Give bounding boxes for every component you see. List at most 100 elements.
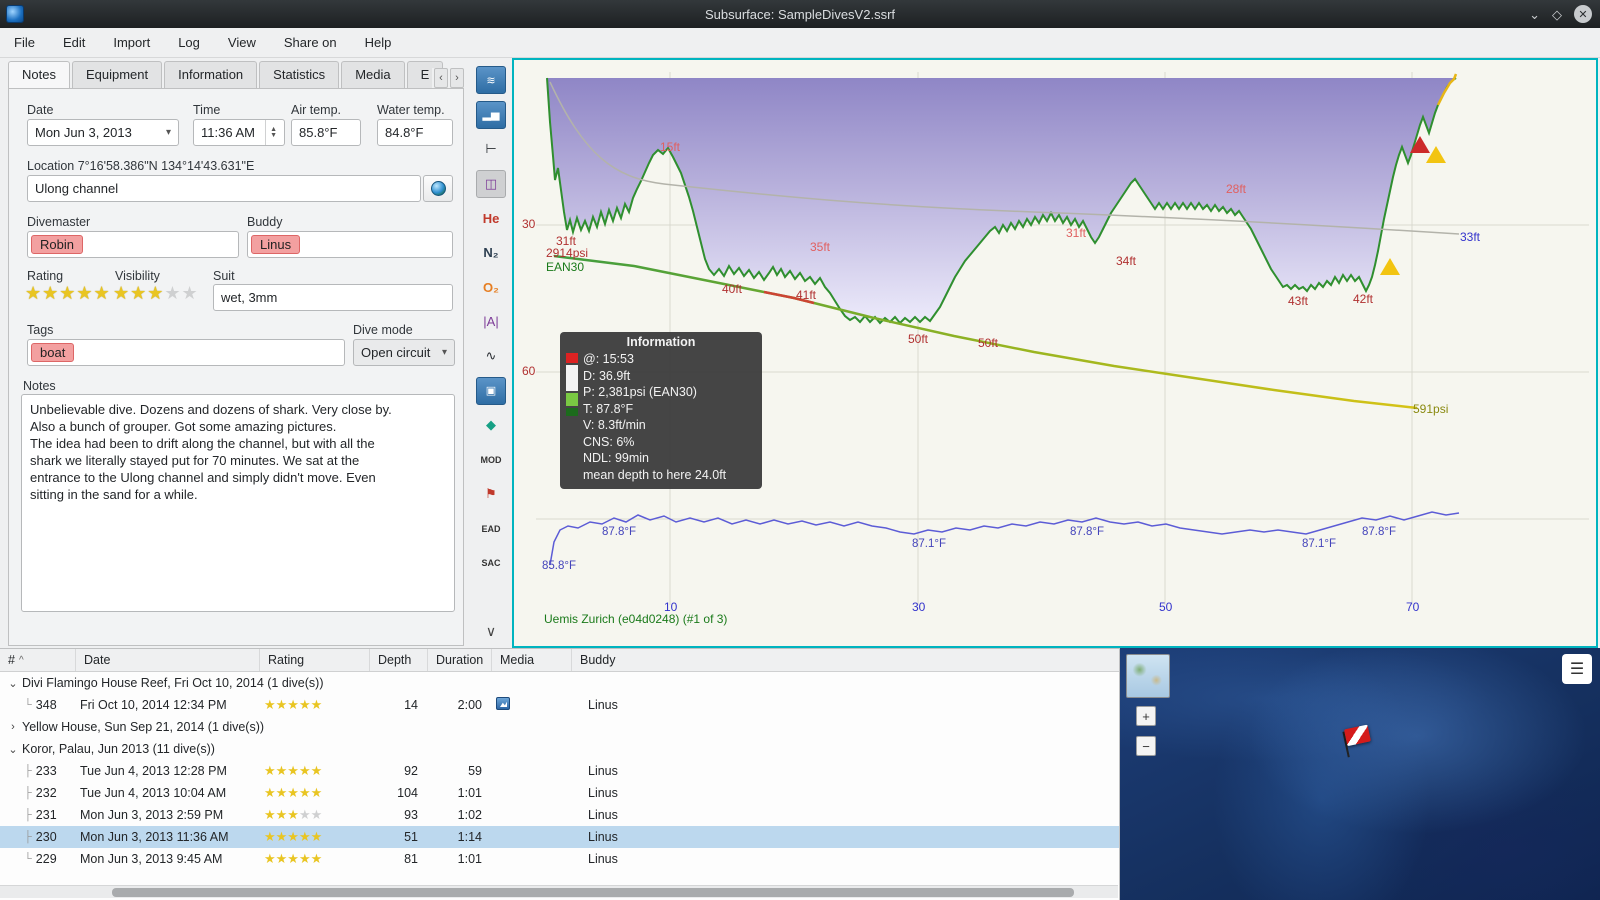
zoom-out-button[interactable]: −	[1136, 736, 1156, 756]
dive-rating: ★★★★★	[264, 763, 323, 778]
setpoint-icon[interactable]: |A|	[476, 308, 506, 336]
dive-duration: 1:02	[457, 808, 482, 822]
notes-textarea[interactable]: Unbelievable dive. Dozens and dozens of …	[21, 394, 455, 612]
col-depth[interactable]: Depth	[370, 649, 428, 671]
date-select[interactable]: Mon Jun 3, 2013 ▾	[27, 119, 179, 146]
menu-edit[interactable]: Edit	[63, 35, 85, 50]
mod-icon[interactable]: MOD	[476, 446, 506, 474]
dive-row[interactable]: └ 348 Fri Oct 10, 2014 12:34 PM ★★★★★ 14 …	[0, 694, 1119, 716]
heartrate-icon[interactable]: ∿	[476, 342, 506, 370]
dive-row[interactable]: ├ 232 Tue Jun 4, 2013 10:04 AM ★★★★★ 104 …	[0, 782, 1119, 804]
divemaster-tag[interactable]: Robin	[31, 235, 83, 254]
tab-media[interactable]: Media	[341, 61, 405, 88]
trip-row[interactable]: › Yellow House, Sun Sep 21, 2014 (1 dive…	[0, 716, 1119, 738]
col-buddy[interactable]: Buddy	[572, 649, 1119, 671]
tab-scroll-left-icon[interactable]: ‹	[434, 68, 448, 88]
dive-row-selected[interactable]: ├ 230 Mon Jun 3, 2013 11:36 AM ★★★★★ 51 1…	[0, 826, 1119, 848]
depth-annotation: 41ft	[796, 288, 817, 302]
dive-row[interactable]: └ 229 Mon Jun 3, 2013 9:45 AM ★★★★★ 81 1:…	[0, 848, 1119, 870]
sac-icon[interactable]: SAC	[476, 549, 506, 577]
o2-graph-icon[interactable]: O₂	[476, 273, 506, 301]
col-rating[interactable]: Rating	[260, 649, 370, 671]
depth-annotation: 42ft	[1353, 292, 1374, 306]
ruler-icon[interactable]: ⊢	[476, 135, 506, 163]
dive-info-panel: Notes Equipment Information Statistics M…	[0, 58, 468, 648]
tab-equipment[interactable]: Equipment	[71, 61, 163, 88]
he-graph-icon[interactable]: He	[476, 204, 506, 232]
dive-site-map[interactable]: + − ☰	[1120, 648, 1600, 900]
air-temp-field[interactable]: 85.8°F	[291, 119, 361, 146]
visibility-stars[interactable]: ★★★★★	[113, 283, 199, 304]
dive-mode-select[interactable]: Open circuit ▾	[353, 339, 455, 366]
photos-icon[interactable]: ▣	[476, 376, 506, 405]
spin-down-icon[interactable]: ▼	[270, 132, 277, 139]
col-media[interactable]: Media	[492, 649, 572, 671]
dive-depth: 81	[404, 852, 418, 866]
trip-label: Yellow House, Sun Sep 21, 2014 (1 dive(s…	[22, 720, 265, 734]
suit-input[interactable]: wet, 3mm	[213, 284, 453, 311]
menu-import[interactable]: Import	[113, 35, 150, 50]
temp-label: 87.1°F	[912, 538, 947, 550]
tab-scroll-right-icon[interactable]: ›	[450, 68, 464, 88]
menu-help[interactable]: Help	[365, 35, 392, 50]
col-duration[interactable]: Duration	[428, 649, 492, 671]
tab-statistics[interactable]: Statistics	[259, 61, 340, 88]
dive-duration: 1:01	[457, 852, 482, 866]
water-temp-field[interactable]: 84.8°F	[377, 119, 453, 146]
location-globe-button[interactable]	[423, 175, 453, 202]
tree-branch: ├	[24, 809, 32, 821]
dive-mode-label: Dive mode	[353, 323, 413, 337]
col-number[interactable]: # ^	[0, 649, 76, 671]
maximize-icon[interactable]: ◇	[1552, 8, 1562, 21]
dive-duration: 2:00	[457, 698, 482, 712]
divemaster-input[interactable]: Robin	[27, 231, 239, 258]
close-icon[interactable]: ✕	[1574, 5, 1592, 23]
dive-row[interactable]: ├ 231 Mon Jun 3, 2013 2:59 PM ★★★★★ 93 1:…	[0, 804, 1119, 826]
dive-date: Fri Oct 10, 2014 12:34 PM	[80, 698, 227, 712]
buddy-tag[interactable]: Linus	[251, 235, 301, 254]
location-label: Location 7°16'58.386"N 134°14'43.631"E	[27, 159, 255, 173]
end-pressure-label: 591psi	[1413, 402, 1449, 416]
dive-computer-icon[interactable]: ≋	[476, 66, 506, 94]
ceiling-icon[interactable]: ◫	[476, 169, 506, 198]
trip-row[interactable]: ⌄ Koror, Palau, Jun 2013 (11 dive(s))	[0, 738, 1119, 760]
media-icon[interactable]	[496, 697, 510, 710]
expand-chevron-icon[interactable]: ⌄	[6, 677, 20, 690]
menu-view[interactable]: View	[228, 35, 256, 50]
location-input[interactable]: Ulong channel	[27, 175, 421, 202]
chevron-down-icon: ▾	[165, 127, 171, 138]
menu-file[interactable]: File	[14, 35, 35, 50]
time-stepper[interactable]: 11:36 AM ▲ ▼	[193, 119, 285, 146]
map-menu-icon[interactable]: ☰	[1562, 654, 1592, 684]
dive-computer-source: Uemis Zurich (e04d0248) (#1 of 3)	[544, 612, 728, 626]
gas-icon[interactable]: ◆	[476, 411, 506, 439]
dive-profile-chart[interactable]: 30 60 10 30 50 70 31ft 15ft 40ft 35ft 41…	[512, 58, 1598, 648]
expand-chevron-icon[interactable]: ›	[6, 721, 20, 733]
ead-icon[interactable]: EAD	[476, 515, 506, 543]
trip-row[interactable]: ⌄ Divi Flamingo House Reef, Fri Oct 10, …	[0, 672, 1119, 694]
tab-information[interactable]: Information	[164, 61, 258, 88]
tab-notes[interactable]: Notes	[8, 61, 70, 88]
dive-duration: 59	[468, 764, 482, 778]
expand-chevron-icon[interactable]: ⌄	[6, 743, 20, 756]
titlebar: Subsurface: SampleDivesV2.ssrf ⌄ ◇ ✕	[0, 0, 1600, 28]
rating-stars[interactable]: ★★★★★	[25, 283, 111, 304]
depth-graph-icon[interactable]: ▂▅	[476, 100, 506, 129]
scrollbar-thumb[interactable]	[112, 888, 1074, 897]
menu-share-on[interactable]: Share on	[284, 35, 337, 50]
n2-graph-icon[interactable]: N₂	[476, 239, 506, 267]
map-overview-inset[interactable]	[1126, 654, 1170, 698]
minimize-icon[interactable]: ⌄	[1529, 8, 1540, 21]
menu-log[interactable]: Log	[178, 35, 200, 50]
horizontal-scrollbar[interactable]	[0, 885, 1118, 898]
dive-row[interactable]: ├ 233 Tue Jun 4, 2013 12:28 PM ★★★★★ 92 5…	[0, 760, 1119, 782]
tag-boat[interactable]: boat	[31, 343, 75, 362]
col-date[interactable]: Date	[76, 649, 260, 671]
tags-input[interactable]: boat	[27, 339, 345, 366]
dive-depth: 93	[404, 808, 418, 822]
toolbar-collapse-icon[interactable]: ∨	[486, 623, 496, 640]
sensor-icon[interactable]: ⚑	[476, 480, 506, 508]
dive-buddy: Linus	[588, 830, 618, 844]
zoom-in-button[interactable]: +	[1136, 706, 1156, 726]
buddy-input[interactable]: Linus	[247, 231, 453, 258]
